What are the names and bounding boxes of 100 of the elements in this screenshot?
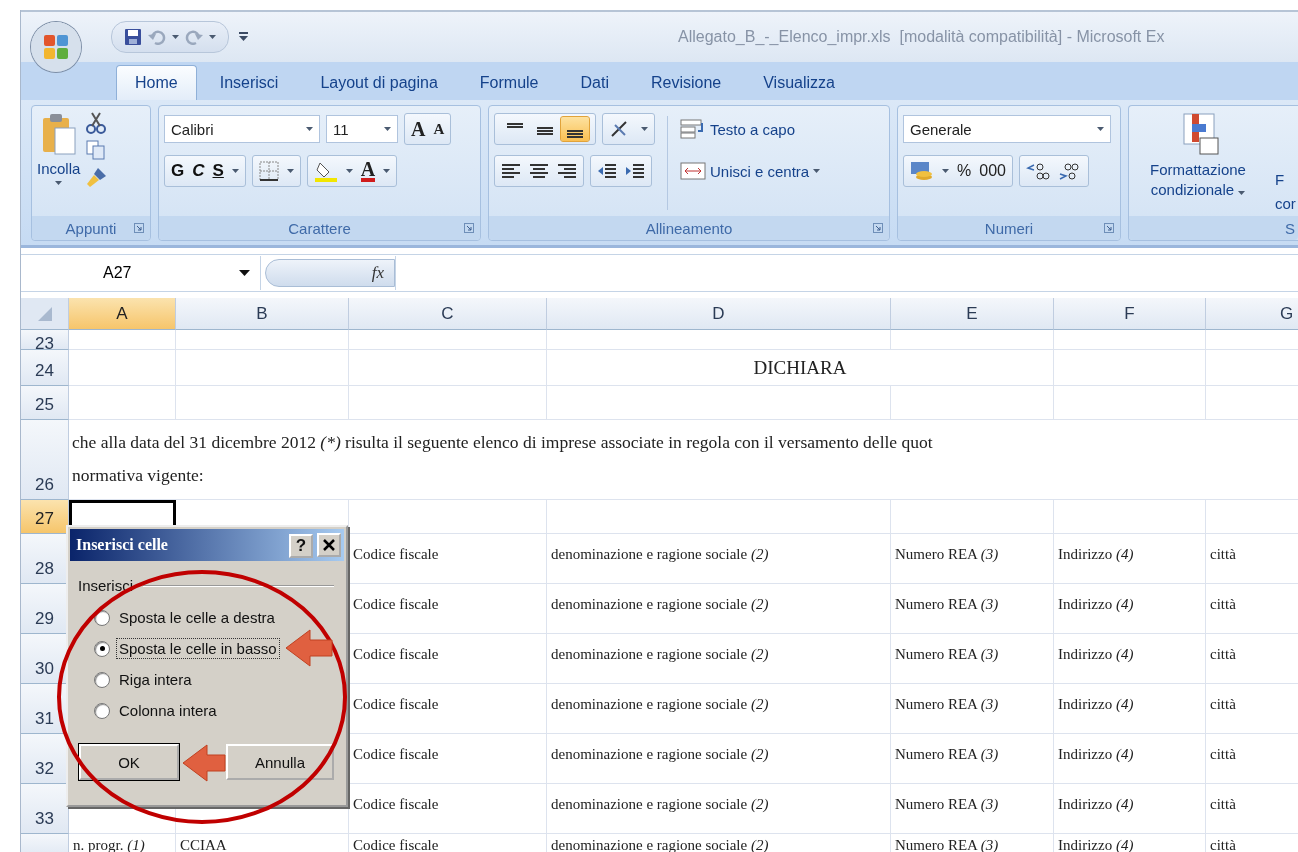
caret-icon[interactable] bbox=[641, 127, 648, 131]
group-label: Appunti bbox=[32, 216, 150, 240]
option-label[interactable]: Sposta le celle a destra bbox=[116, 607, 278, 628]
dialog-launcher-icon[interactable] bbox=[464, 223, 474, 233]
column-header[interactable]: B bbox=[176, 298, 349, 330]
row-header[interactable]: 25 bbox=[21, 386, 69, 420]
table-cell: Codice fiscale bbox=[353, 796, 439, 812]
scissors-icon[interactable] bbox=[86, 112, 107, 134]
ribbon-tab[interactable]: Home bbox=[116, 65, 197, 100]
row-header[interactable]: 24 bbox=[21, 350, 69, 386]
increase-decimal-icon[interactable] bbox=[1025, 161, 1050, 181]
increase-indent-icon[interactable] bbox=[625, 162, 645, 180]
ribbon-tab[interactable]: Revisione bbox=[631, 65, 741, 100]
option-label[interactable]: Colonna intera bbox=[116, 700, 220, 721]
row-header[interactable]: 23 bbox=[21, 330, 69, 350]
decrease-indent-icon[interactable] bbox=[597, 162, 617, 180]
row-header[interactable]: 27 bbox=[21, 500, 69, 534]
pointer-arrow bbox=[182, 744, 226, 782]
shrink-font-button[interactable]: A bbox=[433, 120, 445, 138]
row-header[interactable]: 26 bbox=[21, 420, 69, 500]
align-left-icon[interactable] bbox=[501, 162, 521, 180]
thousands-button[interactable]: 000 bbox=[979, 162, 1006, 180]
ribbon-tab[interactable]: Inserisci bbox=[200, 65, 298, 100]
italic-button[interactable]: C bbox=[192, 161, 205, 181]
dialog-launcher-icon[interactable] bbox=[873, 223, 883, 233]
row-header[interactable]: 28 bbox=[21, 534, 69, 584]
table-cell: denominazione e ragione sociale (2) bbox=[551, 696, 769, 712]
table-cell: denominazione e ragione sociale (2) bbox=[551, 546, 769, 562]
caret-icon[interactable] bbox=[306, 127, 313, 131]
caret-icon[interactable] bbox=[942, 169, 949, 173]
save-icon[interactable] bbox=[124, 28, 142, 46]
table-cell: Codice fiscale bbox=[353, 646, 439, 662]
caret-icon[interactable] bbox=[383, 169, 391, 173]
row-header[interactable]: 32 bbox=[21, 734, 69, 784]
column-header[interactable]: A bbox=[69, 298, 176, 330]
column-header[interactable]: E bbox=[891, 298, 1054, 330]
office-button[interactable] bbox=[31, 22, 81, 72]
brush-icon[interactable] bbox=[86, 166, 109, 188]
ribbon-tab[interactable]: Formule bbox=[460, 65, 558, 100]
clipboard-icon[interactable] bbox=[40, 112, 77, 156]
align-center-icon[interactable] bbox=[529, 162, 549, 180]
wrap-text-button[interactable]: Testo a capo bbox=[680, 119, 796, 139]
caret-icon[interactable] bbox=[231, 169, 239, 173]
group-label: Numeri bbox=[898, 216, 1120, 240]
conditional-formatting-button[interactable]: Formattazione condizionale bbox=[1135, 112, 1261, 214]
decrease-decimal-icon[interactable] bbox=[1057, 161, 1082, 181]
caret-icon[interactable] bbox=[384, 127, 391, 131]
row-header[interactable]: 30 bbox=[21, 634, 69, 684]
column-header[interactable]: G bbox=[1206, 298, 1298, 330]
table-cell: Indirizzo (4) bbox=[1058, 746, 1134, 762]
merge-center-button[interactable]: Unisci e centra bbox=[680, 161, 821, 181]
ribbon-tab[interactable]: Dati bbox=[561, 65, 628, 100]
radio-button[interactable] bbox=[94, 702, 110, 719]
number-format-field[interactable]: Generale bbox=[903, 115, 1111, 143]
column-header[interactable]: D bbox=[547, 298, 891, 330]
paste-button[interactable]: Incolla bbox=[37, 112, 81, 214]
group-label: Inserisci bbox=[78, 577, 133, 594]
close-button[interactable] bbox=[317, 532, 341, 557]
fill-color-icon[interactable] bbox=[313, 160, 338, 182]
heading-text: DICHIARA bbox=[753, 356, 847, 379]
font-size-field[interactable]: 11 bbox=[326, 115, 398, 143]
table-cell: denominazione e ragione sociale (2) bbox=[551, 796, 769, 812]
help-button[interactable]: ? bbox=[289, 533, 313, 558]
ribbon-tab[interactable]: Visualizza bbox=[744, 65, 854, 100]
caret-icon[interactable] bbox=[286, 169, 294, 173]
align-right-icon[interactable] bbox=[557, 162, 577, 180]
table-cell: CCIAA bbox=[180, 837, 227, 852]
caret-icon[interactable] bbox=[345, 169, 353, 173]
font-name-field[interactable]: Calibri bbox=[164, 115, 320, 143]
insert-function-button[interactable]: fx bbox=[371, 263, 384, 283]
ok-button[interactable]: OK bbox=[79, 744, 179, 780]
caret-icon[interactable] bbox=[1097, 127, 1104, 131]
dialog-launcher-icon[interactable] bbox=[134, 223, 144, 233]
bold-button[interactable]: G bbox=[171, 161, 185, 181]
radio-button[interactable] bbox=[94, 671, 110, 688]
table-format-button[interactable]: F cor bbox=[1275, 112, 1296, 214]
font-color-button[interactable]: A bbox=[360, 160, 376, 182]
column-header[interactable]: C bbox=[349, 298, 547, 330]
table-cell: Numero REA (3) bbox=[895, 596, 999, 612]
borders-icon[interactable] bbox=[258, 161, 279, 181]
cancel-button[interactable]: Annulla bbox=[226, 744, 334, 780]
customize-toolbar-icon[interactable] bbox=[239, 32, 248, 42]
radio-button[interactable] bbox=[94, 640, 110, 657]
ribbon-tab[interactable]: Layout di pagina bbox=[301, 65, 457, 100]
currency-icon[interactable] bbox=[910, 160, 934, 182]
name-box[interactable]: A27 bbox=[21, 256, 261, 290]
dialog-launcher-icon[interactable] bbox=[1104, 223, 1114, 233]
grow-font-button[interactable]: A bbox=[411, 117, 426, 141]
row-header[interactable]: 33 bbox=[21, 784, 69, 834]
row-header[interactable]: 29 bbox=[21, 584, 69, 634]
table-cell: città bbox=[1210, 796, 1236, 812]
underline-button[interactable]: S bbox=[212, 161, 224, 181]
group-label: Carattere bbox=[159, 216, 480, 240]
caret-icon[interactable] bbox=[239, 270, 250, 276]
option-label[interactable]: Sposta le celle in basso bbox=[116, 638, 280, 659]
option-label[interactable]: Riga intera bbox=[116, 669, 195, 690]
column-header[interactable]: F bbox=[1054, 298, 1206, 330]
copy-icon[interactable] bbox=[86, 140, 107, 160]
percent-button[interactable]: % bbox=[957, 162, 972, 180]
align-bottom-icon[interactable] bbox=[561, 117, 589, 141]
